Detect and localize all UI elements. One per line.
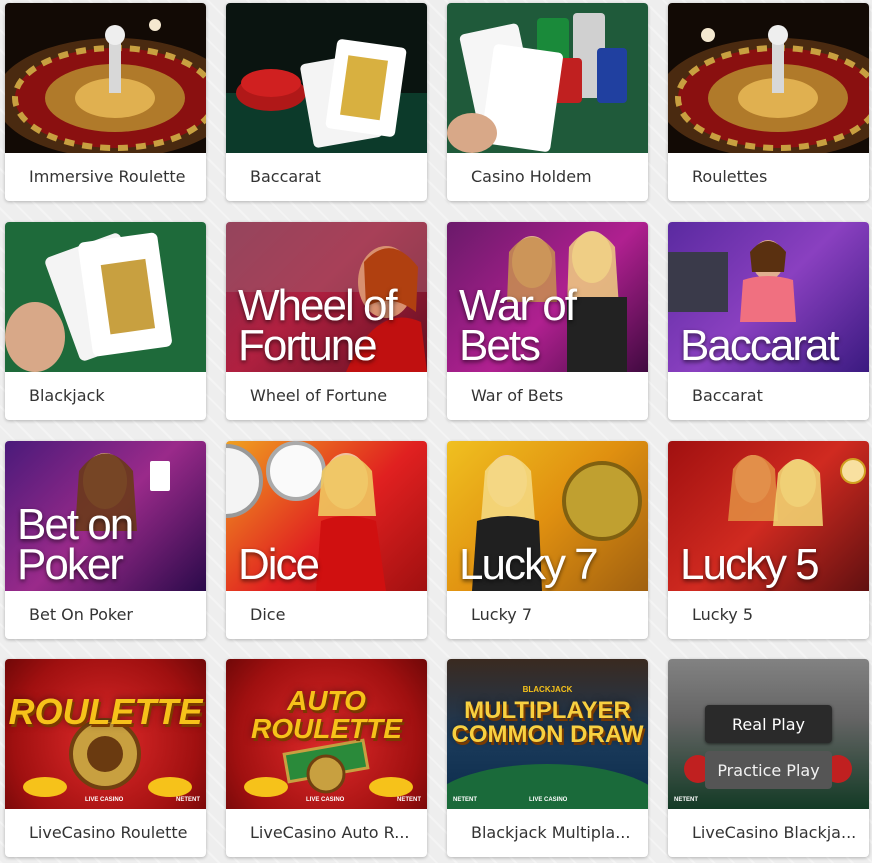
thumbnail-logo-subtitle: BLACKJACK <box>522 685 573 694</box>
game-thumbnail-bet-on-poker[interactable]: Bet on Poker <box>5 441 206 591</box>
game-card-blackjack[interactable]: Blackjack <box>5 222 206 420</box>
game-thumbnail-holdem-cards-chips[interactable] <box>447 3 648 153</box>
game-grid: Immersive Roulette Baccarat Casino Holde… <box>0 0 872 863</box>
game-title[interactable]: Lucky 7 <box>471 591 638 639</box>
game-card-lucky-5[interactable]: Lucky 5 Lucky 5 <box>668 441 869 639</box>
game-title[interactable]: Blackjack <box>29 372 196 420</box>
game-thumbnail-livecasino-auto-roulette[interactable]: AUTO ROULETTE LIVE CASINO NETENT <box>226 659 427 809</box>
game-title[interactable]: Bet On Poker <box>29 591 196 639</box>
game-card-livecasino-roulette[interactable]: ROULETTE LIVE CASINO NETENT LiveCasino R… <box>5 659 206 857</box>
thumbnail-overlay-text: Wheel of Fortune <box>238 281 398 370</box>
game-thumbnail-baccarat-live[interactable]: Baccarat <box>668 222 869 372</box>
game-card-lucky-7[interactable]: Lucky 7 Lucky 7 <box>447 441 648 639</box>
game-thumbnail-livecasino-roulette[interactable]: ROULETTE LIVE CASINO NETENT <box>5 659 206 809</box>
game-title[interactable]: Dice <box>250 591 417 639</box>
game-thumbnail-wheel-of-fortune[interactable]: Wheel of Fortune <box>226 222 427 372</box>
practice-play-button[interactable]: Practice Play <box>705 751 832 789</box>
livecasino-brand-label: LIVE CASINO <box>306 797 345 803</box>
game-card-baccarat[interactable]: Baccarat <box>226 3 427 201</box>
thumbnail-overlay-text: War of Bets <box>459 281 577 370</box>
game-card-blackjack-multiplayer[interactable]: BLACKJACK MULTIPLAYER COMMON DRAW LIVE C… <box>447 659 648 857</box>
game-card-immersive-roulette[interactable]: Immersive Roulette <box>5 3 206 201</box>
netent-brand-label: NETENT <box>674 797 698 803</box>
thumbnail-logo-text: AUTO ROULETTE <box>251 685 402 744</box>
game-card-roulettes[interactable]: Roulettes <box>668 3 869 201</box>
game-card-baccarat-live[interactable]: Baccarat Baccarat <box>668 222 869 420</box>
game-title[interactable]: Casino Holdem <box>471 153 638 201</box>
game-card-livecasino-blackjack[interactable]: NETENT Real Play Practice Play LiveCasin… <box>668 659 869 857</box>
game-thumbnail-war-of-bets[interactable]: War of Bets <box>447 222 648 372</box>
game-thumbnail-roulette-wheel[interactable] <box>5 3 206 153</box>
game-thumbnail-lucky-5[interactable]: Lucky 5 <box>668 441 869 591</box>
livecasino-brand-label: LIVE CASINO <box>85 797 124 803</box>
game-thumbnail-blackjack-multiplayer[interactable]: BLACKJACK MULTIPLAYER COMMON DRAW LIVE C… <box>447 659 648 809</box>
game-thumbnail-livecasino-blackjack[interactable]: NETENT Real Play Practice Play <box>668 659 869 809</box>
game-title[interactable]: LiveCasino Roulette <box>29 809 196 857</box>
game-title[interactable]: Roulettes <box>692 153 859 201</box>
game-title[interactable]: Wheel of Fortune <box>250 372 417 420</box>
thumbnail-overlay-text: Bet on Poker <box>17 500 134 589</box>
game-thumbnail-roulette-wheel[interactable] <box>668 3 869 153</box>
thumbnail-logo-text: ROULETTE <box>8 691 203 732</box>
game-thumbnail-blackjack-cards[interactable] <box>5 222 206 372</box>
game-title[interactable]: Lucky 5 <box>692 591 859 639</box>
livecasino-brand-label: LIVE CASINO <box>529 797 568 803</box>
game-card-dice[interactable]: Dice Dice <box>226 441 427 639</box>
thumbnail-logo-text: MULTIPLAYER COMMON DRAW <box>451 697 644 748</box>
netent-brand-label: NETENT <box>176 797 200 803</box>
game-card-livecasino-auto-roulette[interactable]: AUTO ROULETTE LIVE CASINO NETENT LiveCas… <box>226 659 427 857</box>
netent-brand-label: NETENT <box>397 797 421 803</box>
game-title[interactable]: LiveCasino Auto R... <box>250 809 417 857</box>
game-card-wheel-of-fortune[interactable]: Wheel of Fortune Wheel of Fortune <box>226 222 427 420</box>
game-title[interactable]: Immersive Roulette <box>29 153 196 201</box>
thumbnail-overlay-text: Baccarat <box>680 321 840 370</box>
game-card-war-of-bets[interactable]: War of Bets War of Bets <box>447 222 648 420</box>
thumbnail-overlay-text: Lucky 7 <box>459 540 599 589</box>
game-thumbnail-dice[interactable]: Dice <box>226 441 427 591</box>
real-play-button[interactable]: Real Play <box>705 705 832 743</box>
netent-brand-label: NETENT <box>453 797 477 803</box>
game-title[interactable]: War of Bets <box>471 372 638 420</box>
thumbnail-overlay-text: Dice <box>238 540 320 589</box>
game-thumbnail-baccarat-cards[interactable] <box>226 3 427 153</box>
game-title[interactable]: Baccarat <box>250 153 417 201</box>
game-card-bet-on-poker[interactable]: Bet on Poker Bet On Poker <box>5 441 206 639</box>
game-title[interactable]: Blackjack Multipla... <box>471 809 638 857</box>
thumbnail-overlay-text: Lucky 5 <box>680 540 820 589</box>
game-thumbnail-lucky-7[interactable]: Lucky 7 <box>447 441 648 591</box>
game-title[interactable]: LiveCasino Blackja... <box>692 809 859 857</box>
game-title[interactable]: Baccarat <box>692 372 859 420</box>
game-card-casino-holdem[interactable]: Casino Holdem <box>447 3 648 201</box>
